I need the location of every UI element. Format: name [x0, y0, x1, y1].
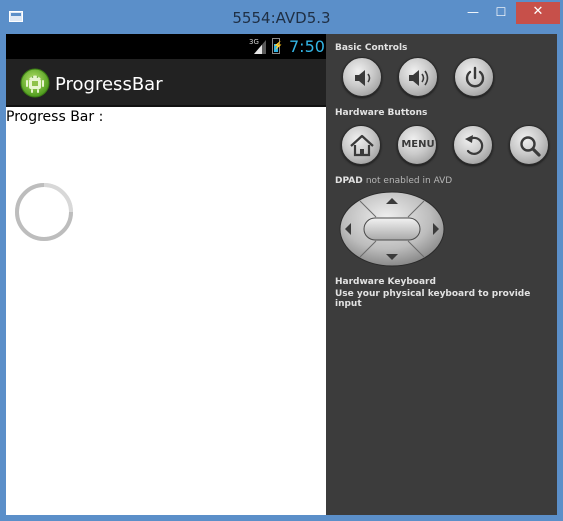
volume-up-icon [409, 70, 429, 86]
home-icon [350, 134, 374, 157]
dpad[interactable] [338, 191, 446, 267]
activity-content: Progress Bar : [6, 107, 326, 515]
emulator-controls-panel: Basic Controls Hardware Buttons MENU DPA… [326, 34, 557, 515]
hardware-buttons-label: Hardware Buttons [335, 108, 428, 118]
back-icon [465, 135, 484, 155]
minimize-button[interactable]: — [460, 2, 486, 24]
close-button[interactable]: ✕ [516, 2, 560, 24]
action-bar: ProgressBar [6, 59, 326, 107]
search-button[interactable] [509, 125, 549, 165]
dpad-label: DPAD not enabled in AVD [335, 176, 452, 186]
window-frame-right [557, 34, 563, 521]
android-app-icon[interactable] [20, 68, 50, 98]
status-clock: 7:50 [289, 37, 325, 56]
hardware-keyboard-description: Use your physical keyboard to provide in… [335, 289, 531, 309]
device-screen[interactable]: 3G ⚡ 7:50 ProgressBar Progress Bar: [6, 34, 326, 515]
window-frame-bottom [0, 515, 563, 521]
volume-down-icon [355, 70, 371, 86]
battery-icon: ⚡ [272, 38, 283, 54]
power-icon [465, 66, 485, 88]
progress-bar-label: Progress Bar : [6, 109, 104, 125]
basic-controls-label: Basic Controls [335, 43, 408, 53]
dpad-title: DPAD [335, 176, 363, 186]
status-bar: 3G ⚡ 7:50 [6, 34, 326, 59]
maximize-button[interactable]: ☐ [488, 2, 514, 24]
progress-spinner [15, 183, 73, 241]
search-icon [520, 136, 541, 157]
dpad-note: not enabled in AVD [365, 176, 453, 186]
power-button[interactable] [454, 57, 494, 97]
signal-strength-icon [254, 40, 266, 54]
app-title: ProgressBar [55, 74, 163, 95]
window-titlebar[interactable]: 5554:AVD5.3 — ☐ ✕ [0, 0, 563, 34]
volume-up-button[interactable] [398, 57, 438, 97]
menu-button[interactable]: MENU [397, 125, 437, 165]
back-button[interactable] [453, 125, 493, 165]
menu-button-label: MENU [401, 139, 435, 150]
volume-down-button[interactable] [342, 57, 382, 97]
hardware-keyboard-title: Hardware Keyboard [335, 277, 436, 287]
home-button[interactable] [341, 125, 381, 165]
